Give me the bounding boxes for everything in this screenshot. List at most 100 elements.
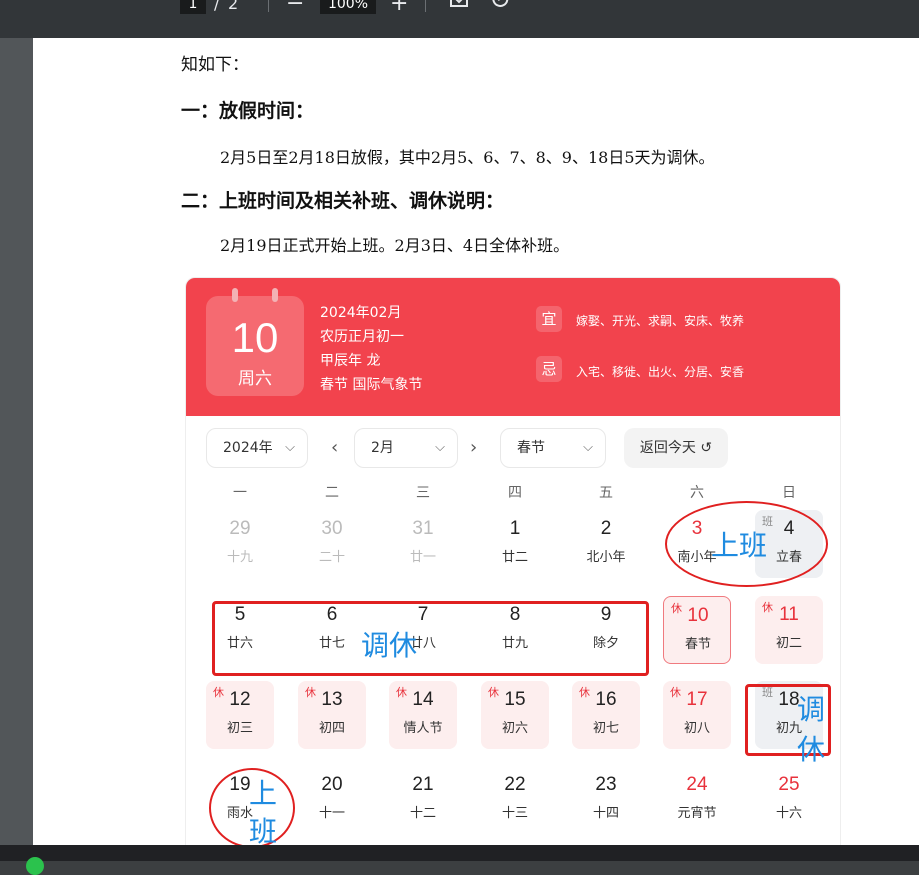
- annotation-tiao: 调: [797, 693, 826, 726]
- back-to-today-button[interactable]: 返回今天 ↺: [624, 428, 728, 468]
- chevron-down-icon: ⌵: [285, 440, 295, 455]
- day-cell[interactable]: 20 十一: [298, 766, 366, 834]
- weekday-label: 六: [690, 485, 704, 501]
- day-number: 11: [779, 604, 799, 625]
- annotation-shang: 上: [249, 777, 278, 810]
- header-ganzhi: 甲辰年 龙: [320, 353, 381, 369]
- day-cell[interactable]: 30 二十: [298, 510, 366, 578]
- header-year-month: 2024年02月: [320, 305, 402, 321]
- day-cell[interactable]: 29 十九: [206, 510, 274, 578]
- header-festivals: 春节 国际气象节: [320, 377, 423, 393]
- day-lunar: 初三: [226, 721, 253, 736]
- section-heading-2: 二：上班时间及相关补班、调休说明：: [181, 190, 505, 212]
- day-cell[interactable]: 24 元宵节: [663, 766, 731, 834]
- day-cell[interactable]: 休 11 初二: [755, 596, 823, 664]
- day-number: 25: [778, 774, 800, 795]
- prev-month-button[interactable]: ‹: [331, 428, 338, 468]
- day-cell[interactable]: 31 廿一: [389, 510, 457, 578]
- day-lunar: 十六: [775, 806, 802, 821]
- weekday-label: 三: [416, 485, 430, 501]
- day-cell[interactable]: 休 17 初八: [663, 681, 731, 749]
- year-select-value: 2024年: [223, 440, 273, 456]
- day-lunar: 廿二: [501, 550, 528, 565]
- day-cell[interactable]: 21 十二: [389, 766, 457, 834]
- day-lunar: 十一: [318, 806, 345, 821]
- calendar-ring-icon: [232, 288, 238, 302]
- day-number: 20: [321, 774, 343, 795]
- day-cell[interactable]: 休 13 初四: [298, 681, 366, 749]
- day-cell[interactable]: 休 10 春节: [663, 596, 731, 664]
- holiday-select[interactable]: 春节 ⌵: [500, 428, 606, 468]
- chevron-down-icon: ⌵: [583, 440, 593, 455]
- annotation-ban: 班: [249, 815, 278, 845]
- pdf-toolbar: 1 / 2 − 100% +: [0, 0, 919, 38]
- day-lunar: 初八: [683, 721, 710, 736]
- zoom-level-input[interactable]: 100%: [320, 0, 376, 14]
- ji-text: 入宅、移徙、出火、分居、安香: [576, 365, 745, 379]
- day-lunar: 十三: [501, 806, 528, 821]
- day-number: 16: [595, 689, 617, 710]
- page-separator: /: [214, 0, 220, 13]
- viewer-gutter: [0, 38, 33, 845]
- annotation-xiu: 休: [797, 733, 826, 766]
- day-lunar: 二十: [318, 550, 345, 565]
- yi-badge: 宜: [536, 306, 562, 332]
- day-cell[interactable]: 休 12 初三: [206, 681, 274, 749]
- page-number-input[interactable]: 1: [180, 0, 206, 14]
- day-cell[interactable]: 23 十四: [572, 766, 640, 834]
- header-lunar-date: 农历正月初一: [320, 329, 404, 345]
- zoom-in-button[interactable]: +: [390, 0, 408, 15]
- day-cell[interactable]: 2 北小年: [572, 510, 640, 578]
- weekday-label: 五: [599, 485, 613, 501]
- current-day: 10: [231, 314, 279, 361]
- toolbar-divider: [425, 0, 426, 12]
- day-number: 22: [504, 774, 526, 795]
- fit-page-icon[interactable]: [448, 0, 472, 14]
- day-lunar: 初七: [592, 721, 619, 736]
- zoom-out-button[interactable]: −: [286, 0, 304, 15]
- day-lunar: 情人节: [403, 721, 443, 736]
- day-lunar: 十四: [592, 806, 619, 821]
- day-number: 10: [687, 605, 709, 626]
- month-select[interactable]: 2月 ⌵: [354, 428, 458, 468]
- month-select-value: 2月: [371, 440, 394, 456]
- calendar-header: 10 周六 2024年02月 农历正月初一 甲辰年 龙 春节 国际气象节 宜 嫁…: [186, 278, 840, 416]
- day-lunar: 初六: [501, 721, 528, 736]
- weekday-label: 四: [508, 485, 522, 501]
- day-cell[interactable]: 休 15 初六: [481, 681, 549, 749]
- day-number: 21: [412, 774, 434, 795]
- intro-text: 知如下：: [181, 55, 249, 75]
- day-number: 29: [229, 518, 251, 539]
- day-number: 23: [595, 774, 617, 795]
- day-cell[interactable]: 休 16 初七: [572, 681, 640, 749]
- day-number: 17: [686, 689, 708, 710]
- next-month-button[interactable]: ›: [470, 428, 477, 468]
- weekday-label: 日: [782, 485, 796, 501]
- pdf-page: 知如下： 一：放假时间： 2月5日至2月18日放假，其中2月5、6、7、8、9、…: [33, 38, 919, 845]
- day-cell[interactable]: 22 十三: [481, 766, 549, 834]
- rotate-icon[interactable]: [488, 0, 512, 14]
- holiday-select-value: 春节: [517, 440, 545, 456]
- day-number: 1: [509, 518, 521, 539]
- year-select[interactable]: 2024年 ⌵: [206, 428, 308, 468]
- taskbar: [0, 845, 919, 875]
- page-total: 2: [228, 0, 239, 13]
- day-lunar: 十九: [226, 550, 253, 565]
- day-cell[interactable]: 1 廿二: [481, 510, 549, 578]
- day-lunar: 廿一: [409, 550, 436, 565]
- day-lunar: 十二: [409, 806, 436, 821]
- yi-text: 嫁娶、开光、求嗣、安床、牧养: [576, 314, 745, 328]
- day-lunar: 北小年: [586, 550, 626, 565]
- chevron-down-icon: ⌵: [435, 440, 445, 455]
- annotation-tiaoxiu: 调休: [361, 629, 418, 662]
- day-number: 2: [600, 518, 612, 539]
- day-lunar: 初四: [318, 721, 345, 736]
- day-cell[interactable]: 25 十六: [755, 766, 823, 834]
- day-number: 14: [412, 689, 434, 710]
- day-lunar: 春节: [684, 637, 711, 652]
- toolbar-divider: [268, 0, 269, 12]
- app-status-icon[interactable]: [26, 857, 44, 875]
- day-cell[interactable]: 休 14 情人节: [389, 681, 457, 749]
- annotation-shangban: 上班: [711, 529, 768, 562]
- day-lunar: 元宵节: [677, 806, 717, 821]
